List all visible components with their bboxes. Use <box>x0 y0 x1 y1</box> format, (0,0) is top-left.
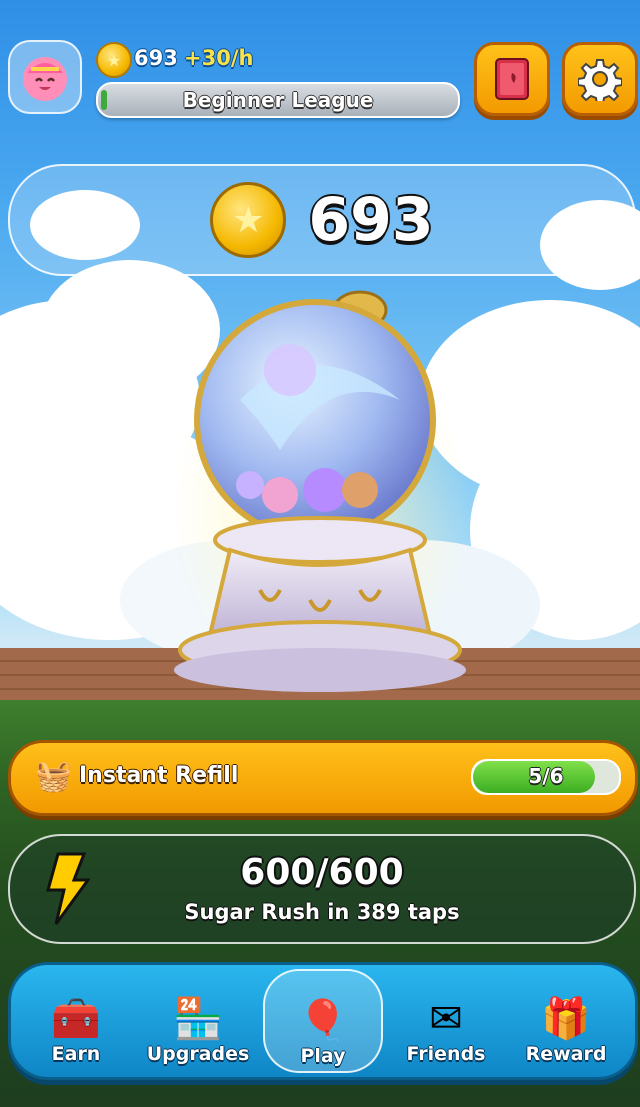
instant-refill-label: Instant Refill <box>79 763 239 788</box>
instant-refill-button[interactable]: 🧺 Instant Refill 5/6 <box>8 740 638 816</box>
large-coin-icon: ★ <box>210 182 287 258</box>
nav-item-friends[interactable]: ✉ Friends <box>391 973 501 1069</box>
settings-button[interactable] <box>562 42 638 116</box>
nav-label-friends: Friends <box>406 1043 486 1065</box>
treasure-chest-icon: 🧰 <box>51 996 101 1042</box>
header-coin-count: 693 <box>134 46 178 70</box>
gumball-machine-tap-area[interactable] <box>170 290 470 700</box>
sugar-rush-text: Sugar Rush in 389 taps <box>184 900 460 924</box>
nav-item-earn[interactable]: 🧰 Earn <box>21 973 131 1069</box>
guide-book-button[interactable] <box>474 42 550 116</box>
shop-icon: 🏪 <box>173 996 223 1042</box>
bottom-navigation: 🧰 Earn 🏪 Upgrades 🎈 Play ✉ Friends 🎁 Rew… <box>8 962 638 1080</box>
nav-item-upgrades[interactable]: 🏪 Upgrades <box>143 973 253 1069</box>
league-progress-bar[interactable]: Beginner League <box>96 82 460 118</box>
energy-panel: 600/600 Sugar Rush in 389 taps <box>8 834 636 944</box>
energy-value: 600/600 <box>240 852 404 893</box>
candy-avatar-icon <box>23 57 67 101</box>
nav-item-play[interactable]: 🎈 Play <box>263 969 383 1073</box>
balloons-icon: 🎈 <box>298 998 348 1044</box>
candy-basket-icon: 🧺 <box>35 759 73 794</box>
header-coin-rate: +30/h <box>184 46 254 70</box>
nav-label-upgrades: Upgrades <box>146 1043 250 1065</box>
coin-counter-panel: ★ 693 <box>8 164 636 276</box>
gift-icon: 🎁 <box>541 996 591 1042</box>
gumball-machine-icon <box>170 290 470 700</box>
nav-item-reward[interactable]: 🎁 Reward <box>511 973 621 1069</box>
gear-icon <box>578 59 622 101</box>
coin-total: 693 <box>308 185 434 255</box>
league-progress-fill <box>101 90 107 110</box>
profile-avatar-button[interactable] <box>8 40 82 114</box>
book-icon <box>495 58 529 100</box>
nav-label-reward: Reward <box>525 1043 607 1065</box>
league-label: Beginner League <box>182 88 374 112</box>
refill-progress-bar: 5/6 <box>471 759 621 795</box>
coin-icon: ★ <box>96 42 132 78</box>
refill-progress-text: 5/6 <box>528 764 564 788</box>
envelope-icon: ✉ <box>429 996 463 1042</box>
nav-label-earn: Earn <box>51 1043 101 1065</box>
nav-label-play: Play <box>300 1045 346 1067</box>
